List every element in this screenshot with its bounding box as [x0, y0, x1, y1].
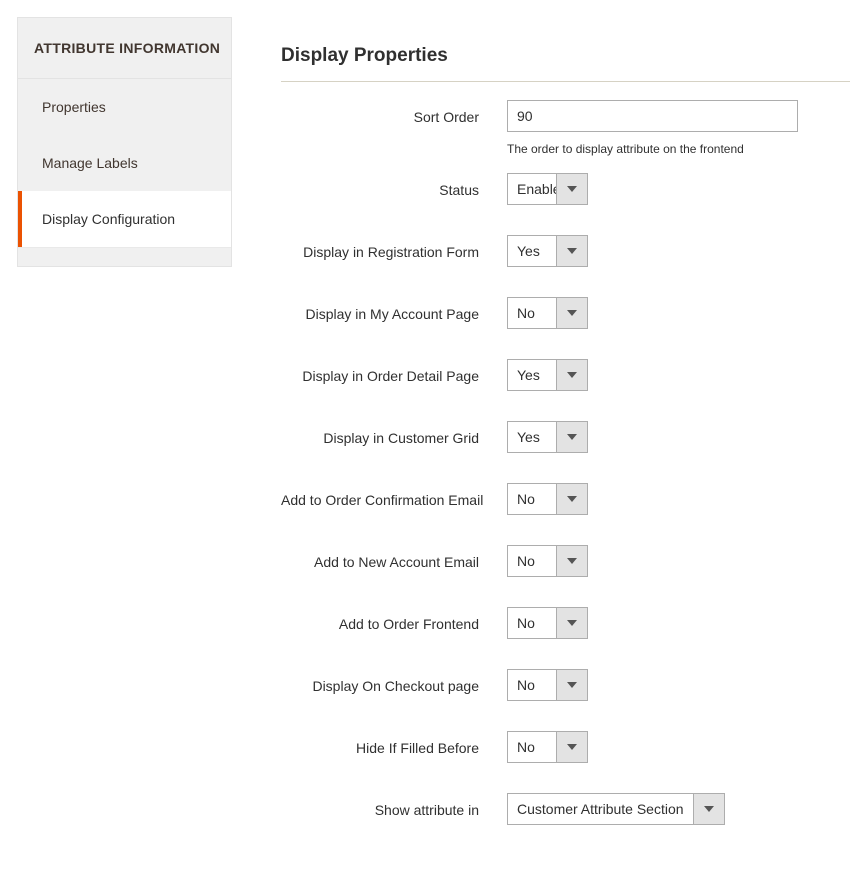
field-row-display-in-order-detail-page: Display in Order Detail Page Yes [281, 359, 850, 391]
add-to-order-frontend-select-value: No [508, 608, 556, 638]
sidebar-item-properties[interactable]: Properties [18, 79, 231, 135]
field-label-display-on-checkout-page: Display On Checkout page [312, 678, 479, 694]
field-row-status: Status Enable [281, 173, 850, 205]
chevron-down-icon[interactable] [556, 422, 587, 452]
chevron-down-icon[interactable] [556, 546, 587, 576]
field-control-sort-order: The order to display attribute on the fr… [507, 100, 850, 157]
attribute-edit-page: ATTRIBUTE INFORMATION Properties Manage … [0, 0, 865, 871]
sidebar-item-label: Manage Labels [42, 155, 138, 171]
add-to-order-confirmation-email-select-value: No [508, 484, 556, 514]
field-control-display-in-registration-form: Yes [507, 235, 850, 267]
field-control-display-in-my-account-page: No [507, 297, 850, 329]
page-title: Display Properties [281, 45, 850, 82]
field-control-hide-if-filled-before: No [507, 731, 850, 763]
field-control-add-to-new-account-email: No [507, 545, 850, 577]
field-control-display-on-checkout-page: No [507, 669, 850, 701]
attribute-information-sidebar: ATTRIBUTE INFORMATION Properties Manage … [17, 17, 232, 267]
sidebar-item-label: Properties [42, 99, 106, 115]
field-label-sort-order: Sort Order [413, 109, 479, 125]
display-on-checkout-page-select[interactable]: No [507, 669, 588, 701]
field-control-add-to-order-frontend: No [507, 607, 850, 639]
chevron-down-icon[interactable] [556, 670, 587, 700]
chevron-down-icon[interactable] [556, 732, 587, 762]
add-to-new-account-email-select-value: No [508, 546, 556, 576]
field-label-show-attribute-in: Show attribute in [374, 802, 479, 818]
display-in-my-account-page-select-value: No [508, 298, 556, 328]
display-in-registration-form-select-value: Yes [508, 236, 556, 266]
display-in-order-detail-page-select-value: Yes [508, 360, 556, 390]
field-label-display-in-order-detail-page: Display in Order Detail Page [302, 368, 479, 384]
field-row-display-on-checkout-page: Display On Checkout page No [281, 669, 850, 701]
field-row-display-in-customer-grid: Display in Customer Grid Yes [281, 421, 850, 453]
display-on-checkout-page-select-value: No [508, 670, 556, 700]
hide-if-filled-before-select-value: No [508, 732, 556, 762]
chevron-down-icon[interactable] [556, 484, 587, 514]
sidebar-header: ATTRIBUTE INFORMATION [18, 18, 231, 79]
sidebar-item-manage-labels[interactable]: Manage Labels [18, 135, 231, 191]
show-attribute-in-select[interactable]: Customer Attribute Section [507, 793, 725, 825]
field-row-add-to-order-confirmation-email: Add to Order Confirmation Email No [281, 483, 850, 515]
chevron-down-icon[interactable] [556, 174, 587, 204]
field-label-display-in-customer-grid: Display in Customer Grid [323, 430, 479, 446]
display-properties-section: Display Properties Sort Order The order … [281, 17, 850, 855]
field-row-display-in-my-account-page: Display in My Account Page No [281, 297, 850, 329]
chevron-down-icon[interactable] [556, 298, 587, 328]
add-to-new-account-email-select[interactable]: No [507, 545, 588, 577]
add-to-order-frontend-select[interactable]: No [507, 607, 588, 639]
field-control-display-in-order-detail-page: Yes [507, 359, 850, 391]
field-label-hide-if-filled-before: Hide If Filled Before [356, 740, 479, 756]
field-row-hide-if-filled-before: Hide If Filled Before No [281, 731, 850, 763]
sidebar-footer [18, 247, 231, 266]
field-row-add-to-order-frontend: Add to Order Frontend No [281, 607, 850, 639]
field-label-add-to-order-confirmation-email: Add to Order Confirmation Email [281, 492, 484, 508]
hide-if-filled-before-select[interactable]: No [507, 731, 588, 763]
sort-order-input[interactable] [507, 100, 798, 132]
display-properties-form: Sort Order The order to display attribut… [281, 100, 850, 825]
chevron-down-icon[interactable] [693, 794, 724, 824]
show-attribute-in-select-value: Customer Attribute Section [508, 794, 693, 824]
chevron-down-icon[interactable] [556, 360, 587, 390]
status-select-value: Enable [508, 174, 561, 204]
field-row-show-attribute-in: Show attribute in Customer Attribute Sec… [281, 793, 850, 825]
sidebar-item-label: Display Configuration [42, 211, 176, 227]
field-row-display-in-registration-form: Display in Registration Form Yes [281, 235, 850, 267]
field-control-add-to-order-confirmation-email: No [507, 483, 850, 515]
field-row-sort-order: Sort Order The order to display attribut… [281, 100, 850, 157]
display-in-order-detail-page-select[interactable]: Yes [507, 359, 588, 391]
field-control-show-attribute-in: Customer Attribute Section [507, 793, 850, 825]
field-row-add-to-new-account-email: Add to New Account Email No [281, 545, 850, 577]
sidebar-item-list: Properties Manage Labels Display Configu… [18, 79, 231, 247]
add-to-order-confirmation-email-select[interactable]: No [507, 483, 588, 515]
field-label-add-to-order-frontend: Add to Order Frontend [338, 616, 479, 632]
chevron-down-icon[interactable] [556, 608, 587, 638]
field-label-display-in-my-account-page: Display in My Account Page [305, 306, 479, 322]
field-control-status: Enable [507, 173, 850, 205]
display-in-customer-grid-select-value: Yes [508, 422, 556, 452]
display-in-registration-form-select[interactable]: Yes [507, 235, 588, 267]
status-select[interactable]: Enable [507, 173, 588, 205]
field-label-status: Status [439, 182, 479, 198]
display-in-my-account-page-select[interactable]: No [507, 297, 588, 329]
display-in-customer-grid-select[interactable]: Yes [507, 421, 588, 453]
field-label-display-in-registration-form: Display in Registration Form [303, 244, 479, 260]
field-control-display-in-customer-grid: Yes [507, 421, 850, 453]
sidebar-item-display-configuration[interactable]: Display Configuration [18, 191, 231, 247]
chevron-down-icon[interactable] [556, 236, 587, 266]
field-label-add-to-new-account-email: Add to New Account Email [314, 554, 479, 570]
sort-order-note: The order to display attribute on the fr… [507, 142, 744, 156]
